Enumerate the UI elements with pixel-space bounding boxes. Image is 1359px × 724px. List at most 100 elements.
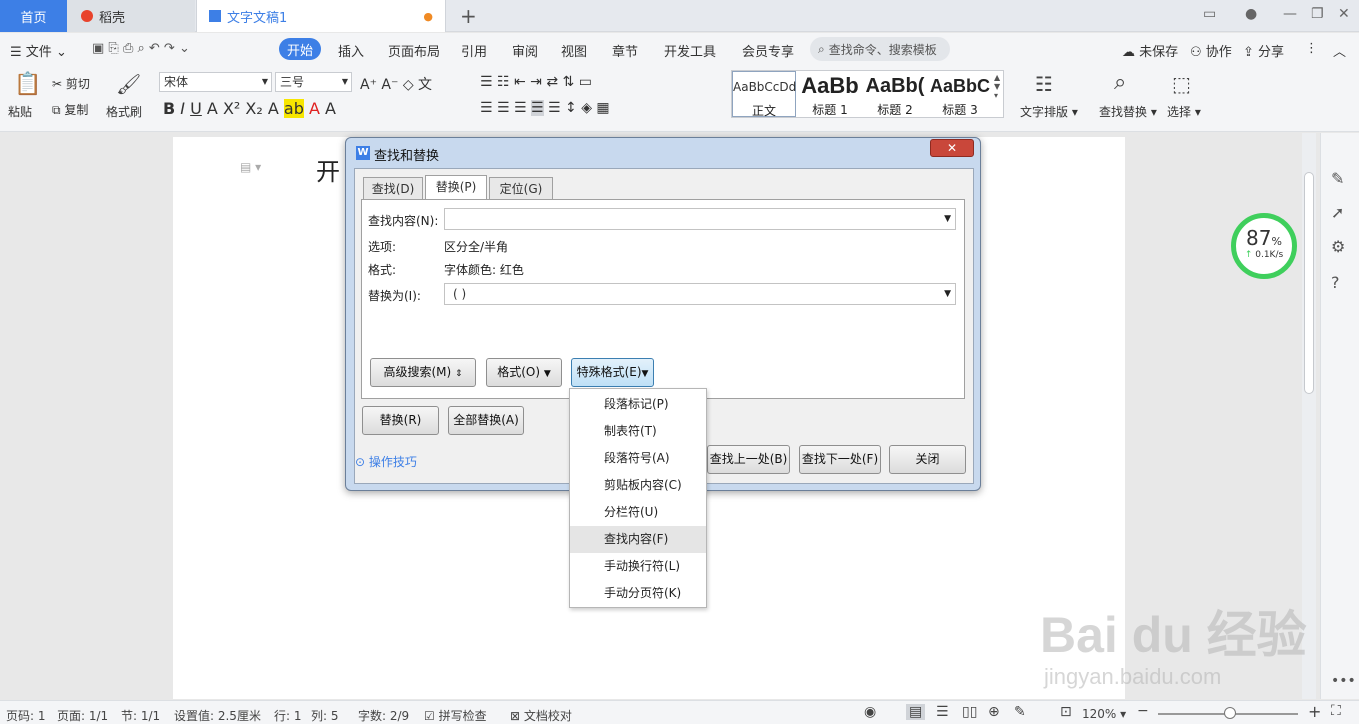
- zoom-level[interactable]: 120% ▾: [1082, 707, 1126, 721]
- menu-layout[interactable]: 页面布局: [388, 41, 440, 60]
- replace-all-button[interactable]: 全部替换(A): [448, 406, 524, 435]
- replace-input[interactable]: ( ) ▼: [444, 283, 956, 305]
- menu-insert[interactable]: 插入: [338, 41, 364, 60]
- select-icon[interactable]: ⬚: [1172, 72, 1191, 96]
- special-format-button[interactable]: 特殊格式(E)▼: [571, 358, 654, 387]
- zoom-in-icon[interactable]: +: [1308, 702, 1321, 721]
- pen-view-icon[interactable]: ✎: [1014, 704, 1026, 720]
- share-button[interactable]: ⇪ 分享: [1243, 41, 1284, 60]
- find-next-button[interactable]: 查找下一处(F): [799, 445, 881, 474]
- help-icon[interactable]: ?: [1331, 273, 1340, 292]
- replace-dropdown-icon[interactable]: ▼: [944, 284, 951, 304]
- fullscreen-icon[interactable]: ⛶: [1331, 703, 1341, 719]
- menu-item-column-break[interactable]: 分栏符(U): [570, 499, 706, 526]
- collab-button[interactable]: ⚇ 协作: [1190, 41, 1232, 60]
- tab-find[interactable]: 查找(D): [363, 177, 423, 200]
- status-section[interactable]: 节: 1/1: [121, 707, 160, 724]
- tab-document[interactable]: 文字文稿1 ●: [196, 0, 446, 32]
- menu-item-clipboard[interactable]: 剪贴板内容(C): [570, 472, 706, 499]
- outline-view-icon[interactable]: ☰: [936, 704, 949, 720]
- close-window-icon[interactable]: ✕: [1338, 6, 1350, 22]
- font-tools-icons[interactable]: A⁺ A⁻ ◇ 文: [360, 74, 432, 94]
- text-layout-button[interactable]: 文字排版 ▾: [1020, 103, 1078, 120]
- menu-item-paragraph-symbol[interactable]: 段落符号(A): [570, 445, 706, 472]
- status-page-code[interactable]: 页码: 1: [6, 707, 46, 724]
- proofread-button[interactable]: ⊠ 文档校对: [510, 707, 572, 724]
- tab-daoke[interactable]: 稻壳: [67, 0, 195, 32]
- advanced-search-button[interactable]: 高级搜索(M) ⇕: [370, 358, 476, 387]
- menu-item-tab-char[interactable]: 制表符(T): [570, 418, 706, 445]
- style-heading-3[interactable]: AaBbC 标题 3: [928, 71, 992, 117]
- text-format-icons[interactable]: B I U A X² X₂ A ab A A: [163, 99, 336, 118]
- settings-sliders-icon[interactable]: ⚙: [1331, 237, 1345, 256]
- menu-item-line-break[interactable]: 手动换行符(L): [570, 553, 706, 580]
- window-count-icon[interactable]: ▭: [1203, 6, 1216, 22]
- font-size-select[interactable]: 三号 ▼: [275, 72, 352, 92]
- close-button[interactable]: 关闭: [889, 445, 966, 474]
- web-view-icon[interactable]: ⊕: [988, 704, 1000, 720]
- zoom-out-icon[interactable]: −: [1137, 703, 1149, 719]
- style-heading-2[interactable]: AaBb( 标题 2: [862, 71, 928, 117]
- find-replace-button[interactable]: 查找替换 ▾: [1099, 103, 1157, 120]
- text-layout-icon[interactable]: ☷: [1035, 72, 1053, 96]
- menu-review[interactable]: 审阅: [512, 41, 538, 60]
- find-input[interactable]: ▼: [444, 208, 956, 230]
- document-text[interactable]: 开: [316, 152, 340, 187]
- copy-button[interactable]: ⧉ 复制: [52, 101, 88, 118]
- unsaved-button[interactable]: ☁ 未保存: [1122, 41, 1178, 60]
- more-options-icon[interactable]: •••: [1331, 673, 1356, 689]
- dialog-close-button[interactable]: ✕: [930, 139, 974, 157]
- eye-icon[interactable]: ◉: [864, 704, 876, 720]
- format-painter-button[interactable]: 格式刷: [106, 103, 142, 120]
- status-col[interactable]: 列: 5: [311, 707, 339, 724]
- status-words[interactable]: 字数: 2/9: [358, 707, 409, 724]
- cut-button[interactable]: ✂ 剪切: [52, 75, 90, 92]
- paste-button[interactable]: 粘贴: [8, 103, 32, 120]
- tips-link[interactable]: ⊙ 操作技巧: [355, 453, 417, 470]
- menu-item-page-break[interactable]: 手动分页符(K): [570, 580, 706, 607]
- find-previous-button[interactable]: 查找上一处(B): [707, 445, 790, 474]
- paste-icon[interactable]: 📋: [14, 72, 41, 97]
- tab-home[interactable]: 首页: [0, 0, 67, 32]
- menu-chapter[interactable]: 章节: [612, 41, 638, 60]
- menu-reference[interactable]: 引用: [461, 41, 487, 60]
- tab-replace[interactable]: 替换(P): [425, 175, 487, 200]
- style-normal[interactable]: AaBbCcDd 正文: [732, 71, 796, 118]
- menu-item-find-content[interactable]: 查找内容(F): [570, 526, 706, 553]
- styles-scroll-icon[interactable]: ▲ ▼ ▾: [994, 73, 1000, 100]
- list-icons[interactable]: ☰ ☷ ⇤ ⇥ ⇄ ⇅ ▭: [480, 74, 592, 90]
- collapse-ribbon-icon[interactable]: ︿: [1333, 41, 1346, 60]
- avatar[interactable]: ●: [1245, 6, 1257, 22]
- select-button[interactable]: 选择 ▾: [1167, 103, 1201, 120]
- minimize-icon[interactable]: —: [1283, 6, 1297, 22]
- menu-start[interactable]: 开始: [279, 38, 321, 60]
- format-painter-icon[interactable]: 🖌: [116, 72, 141, 96]
- menu-member[interactable]: 会员专享: [742, 41, 794, 60]
- read-view-icon[interactable]: ▯▯: [962, 704, 977, 720]
- style-heading-1[interactable]: AaBb 标题 1: [798, 71, 862, 117]
- command-search[interactable]: ⌕ 查找命令、搜索模板: [810, 37, 950, 61]
- more-icon[interactable]: ⋮: [1305, 41, 1318, 56]
- menu-view[interactable]: 视图: [561, 41, 587, 60]
- zoom-slider-handle[interactable]: [1224, 707, 1236, 719]
- restore-icon[interactable]: ❐: [1311, 6, 1324, 22]
- format-button[interactable]: 格式(O) ▼: [486, 358, 562, 387]
- spell-check-button[interactable]: ☑ 拼写检查: [424, 707, 487, 724]
- find-dropdown-icon[interactable]: ▼: [944, 209, 951, 229]
- tab-goto[interactable]: 定位(G): [489, 177, 553, 200]
- menu-item-paragraph-mark[interactable]: 段落标记(P): [570, 391, 706, 418]
- status-row[interactable]: 行: 1: [274, 707, 302, 724]
- find-replace-icon[interactable]: ⌕: [1114, 70, 1126, 95]
- replace-button[interactable]: 替换(R): [362, 406, 439, 435]
- menu-devtools[interactable]: 开发工具: [664, 41, 716, 60]
- page-icon[interactable]: ▤ ▾: [240, 160, 261, 174]
- network-speed-widget[interactable]: 87% ↑ 0.1K/s: [1231, 213, 1297, 279]
- quick-access-icons[interactable]: ▣ ⎘ ⎙ ⌕ ↶ ↷ ⌄: [92, 41, 190, 56]
- align-icons[interactable]: ☰ ☰ ☰ ☰ ☰ ↕ ◈ ▦: [480, 100, 610, 116]
- page-view-icon[interactable]: ▤: [906, 704, 926, 720]
- edit-pen-icon[interactable]: ✎: [1331, 169, 1344, 188]
- font-name-select[interactable]: 宋体 ▼: [159, 72, 272, 92]
- cursor-icon[interactable]: ➚: [1331, 203, 1344, 222]
- scrollbar-thumb[interactable]: [1304, 172, 1314, 394]
- status-setting[interactable]: 设置值: 2.5厘米: [174, 707, 261, 724]
